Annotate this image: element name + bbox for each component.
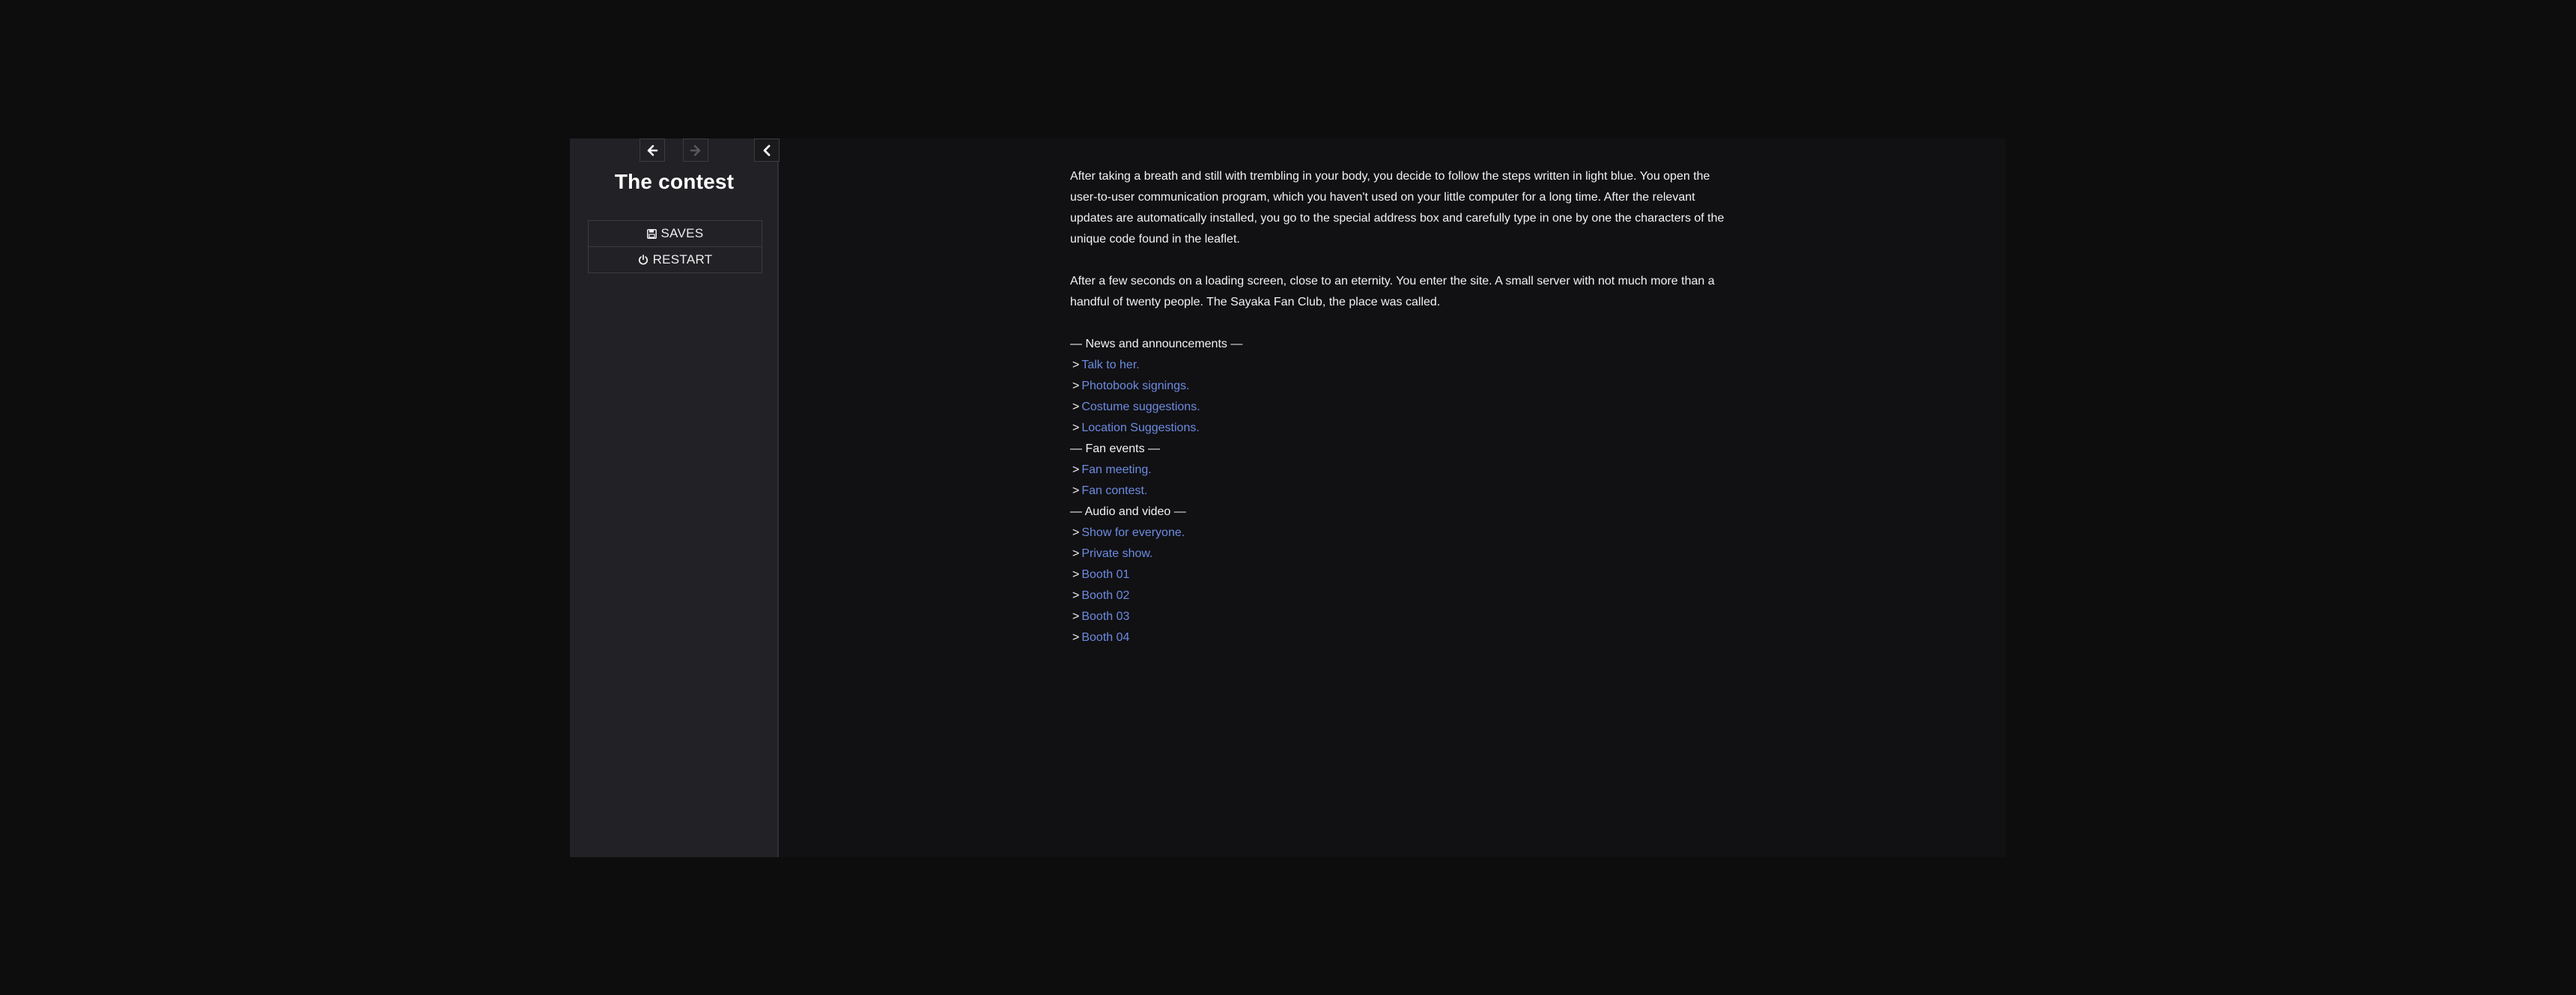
link-prefix: >: [1072, 359, 1080, 371]
link-prefix: >: [1072, 547, 1080, 560]
booth-02-link[interactable]: Booth 02: [1081, 589, 1129, 602]
link-prefix: >: [1072, 526, 1080, 539]
list-item: > Talk to her.: [1070, 355, 1729, 376]
booth-03-link[interactable]: Booth 03: [1081, 610, 1129, 623]
booth-04-link[interactable]: Booth 04: [1081, 631, 1129, 644]
link-prefix: >: [1072, 484, 1080, 497]
link-prefix: >: [1072, 568, 1080, 581]
booth-01-link[interactable]: Booth 01: [1081, 568, 1129, 581]
section-header-news: — News and announcements —: [1070, 338, 1243, 350]
chevron-left-icon: [763, 144, 771, 156]
saves-button[interactable]: SAVES: [589, 221, 762, 246]
fan-contest-link[interactable]: Fan contest.: [1081, 484, 1147, 497]
costume-suggestions-link[interactable]: Costume suggestions.: [1081, 401, 1200, 413]
list-item: > Location Suggestions.: [1070, 418, 1729, 439]
sidebar-menu: SAVES RESTART: [588, 220, 762, 273]
list-item: > Fan contest.: [1070, 481, 1729, 502]
photobook-signings-link[interactable]: Photobook signings.: [1081, 380, 1189, 392]
list-item: > Booth 04: [1070, 627, 1729, 648]
list-item: > Costume suggestions.: [1070, 397, 1729, 418]
link-prefix: >: [1072, 610, 1080, 623]
list-item: > Fan meeting.: [1070, 460, 1729, 481]
saves-label: SAVES: [660, 226, 704, 240]
sidebar: The contest SAVES RESTART: [570, 139, 780, 857]
story-title: The contest: [614, 170, 735, 193]
story-frame: The contest SAVES RESTART After taking a…: [570, 139, 2005, 857]
link-prefix: >: [1072, 631, 1080, 644]
list-item: > Photobook signings.: [1070, 376, 1729, 397]
show-for-everyone-link[interactable]: Show for everyone.: [1081, 526, 1185, 539]
restart-button[interactable]: RESTART: [589, 246, 762, 273]
list-item: > Booth 02: [1070, 585, 1729, 606]
passage-paragraph: After a few seconds on a loading screen,…: [1070, 275, 1715, 308]
location-suggestions-link[interactable]: Location Suggestions.: [1081, 422, 1199, 434]
restart-label: RESTART: [652, 252, 713, 267]
history-back-button[interactable]: [640, 139, 665, 162]
list-item: > Booth 03: [1070, 606, 1729, 627]
arrow-left-icon: [647, 144, 658, 156]
section-header-fan-events: — Fan events —: [1070, 442, 1161, 455]
arrow-right-icon: [690, 144, 701, 156]
section-header-audio-video: — Audio and video —: [1070, 505, 1186, 518]
list-item: > Private show.: [1070, 544, 1729, 565]
fan-meeting-link[interactable]: Fan meeting.: [1081, 463, 1151, 476]
talk-to-her-link[interactable]: Talk to her.: [1081, 359, 1139, 371]
link-prefix: >: [1072, 401, 1080, 413]
floppy-disk-icon: [646, 228, 657, 239]
list-item: > Booth 01: [1070, 565, 1729, 585]
link-prefix: >: [1072, 380, 1080, 392]
power-icon: [638, 255, 648, 265]
private-show-link[interactable]: Private show.: [1081, 547, 1152, 560]
passage: After taking a breath and still with tre…: [1070, 166, 1729, 648]
history-forward-button[interactable]: [683, 139, 708, 162]
link-prefix: >: [1072, 589, 1080, 602]
passage-paragraph: After taking a breath and still with tre…: [1070, 170, 1725, 246]
list-item: > Show for everyone.: [1070, 523, 1729, 544]
link-prefix: >: [1072, 463, 1080, 476]
sidebar-toggle-button[interactable]: [754, 139, 780, 162]
link-prefix: >: [1072, 422, 1080, 434]
